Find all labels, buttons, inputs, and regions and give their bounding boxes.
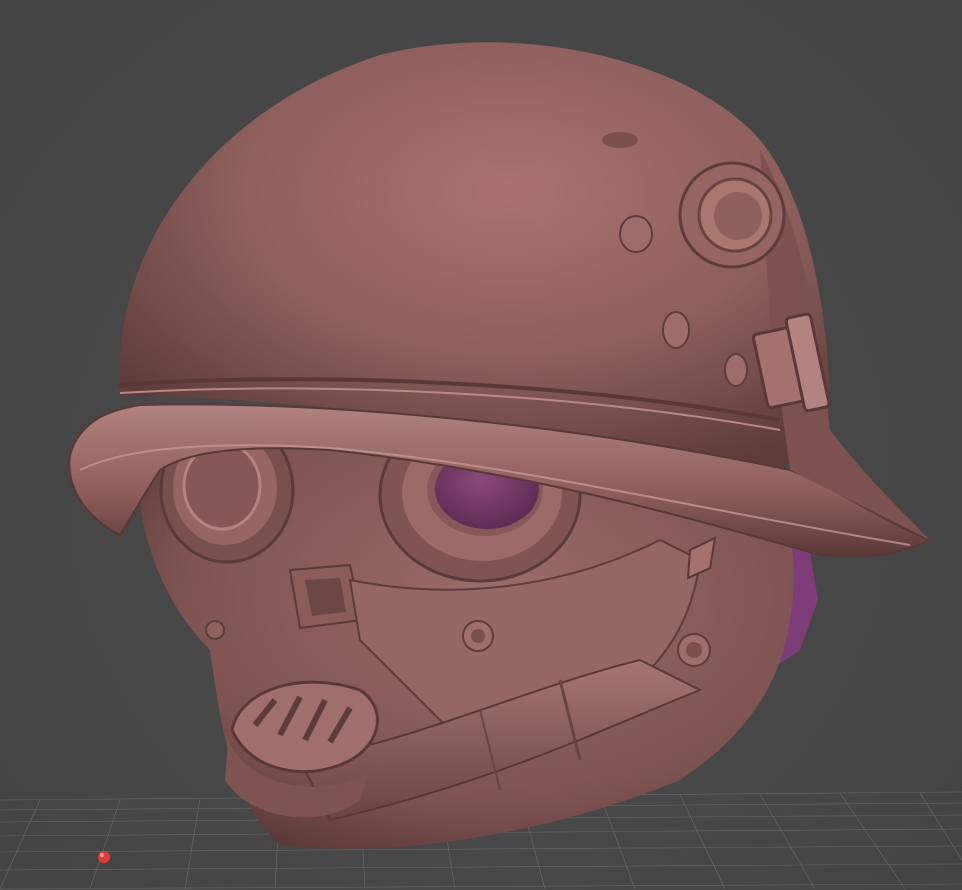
light-position-icon[interactable]	[98, 851, 110, 863]
helmet-model[interactable]	[68, 42, 933, 849]
3d-viewport[interactable]	[0, 0, 962, 890]
viewport-canvas[interactable]	[0, 0, 962, 890]
side-vent	[678, 161, 786, 269]
respirator-filter	[225, 680, 379, 818]
